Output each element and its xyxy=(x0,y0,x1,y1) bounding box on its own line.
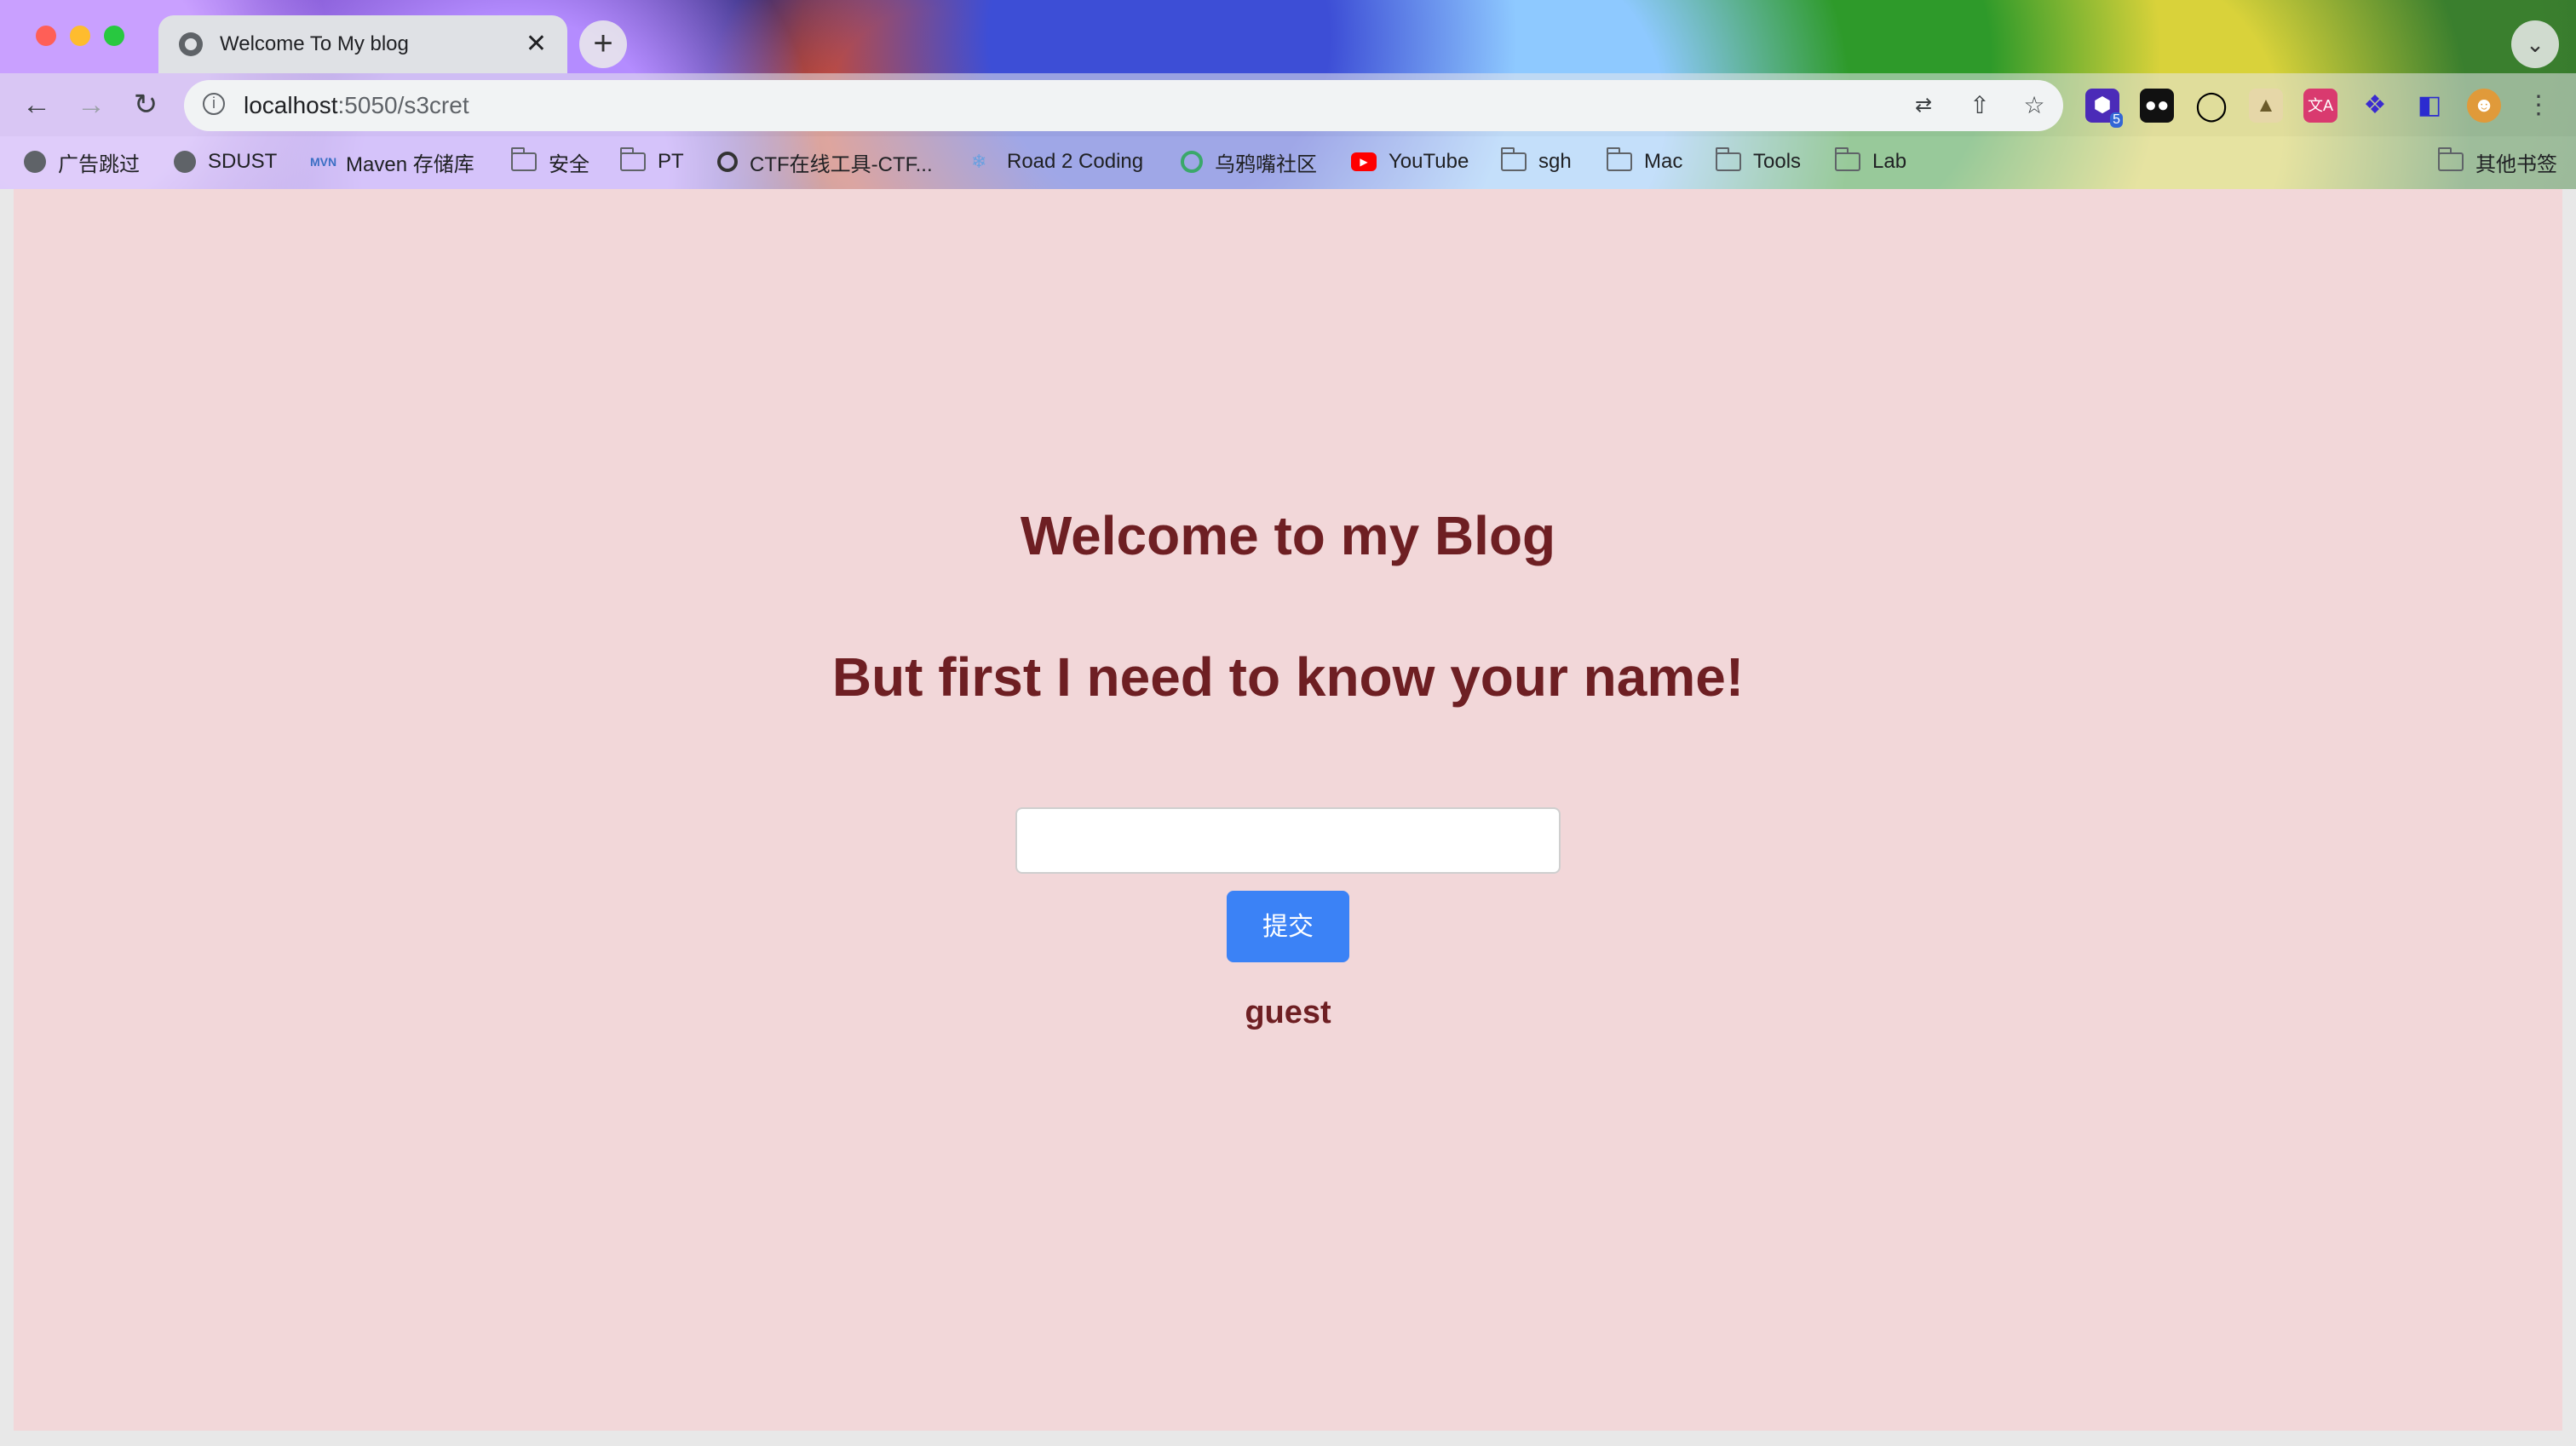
close-window-button[interactable] xyxy=(36,26,56,46)
tab-title: Welcome To My blog xyxy=(220,32,409,55)
extension-badge: 5 xyxy=(2110,112,2123,128)
bookmark-other-bookmarks[interactable]: 其他书签 xyxy=(2438,145,2557,179)
extensions-puzzle-icon[interactable]: ❖ xyxy=(2358,89,2392,123)
bookmark-label: 广告跳过 xyxy=(58,152,140,176)
youtube-icon: ▶ xyxy=(1351,152,1377,171)
bookmark-folder-pt[interactable]: PT xyxy=(620,145,684,179)
folder-icon xyxy=(511,147,537,171)
globe-icon xyxy=(24,151,46,173)
bookmark-folder-mac[interactable]: Mac xyxy=(1607,145,1682,179)
bookmark-label: 其他书签 xyxy=(2475,152,2557,176)
footprint-icon: ❄ xyxy=(971,151,987,172)
minimize-window-button[interactable] xyxy=(70,26,90,46)
new-tab-button[interactable]: + xyxy=(579,20,627,68)
url-host: localhost xyxy=(244,92,338,118)
bookmark-ctf-tools[interactable]: CTF在线工具-CTF... xyxy=(717,145,933,179)
bookmark-ad-skip[interactable]: 广告跳过 xyxy=(24,145,140,179)
bookmark-folder-security[interactable]: 安全 xyxy=(511,145,589,179)
folder-icon xyxy=(1835,147,1860,171)
zoom-window-button[interactable] xyxy=(104,26,124,46)
tab-search-button[interactable]: ⌄ xyxy=(2511,20,2559,68)
folder-icon xyxy=(1716,147,1741,171)
bookmark-crow-community[interactable]: 乌鸦嘴社区 xyxy=(1181,145,1317,179)
translate-icon[interactable]: ⇄ xyxy=(1908,90,1939,121)
bookmark-road2coding[interactable]: ❄ Road 2 Coding xyxy=(971,145,1143,179)
bookmark-label: Mac xyxy=(1644,150,1683,173)
folder-icon xyxy=(1607,147,1632,171)
extension-eyes-icon[interactable]: ●● xyxy=(2140,89,2174,123)
bookmark-folder-tools[interactable]: Tools xyxy=(1716,145,1801,179)
ctf-icon xyxy=(717,152,738,172)
page-heading: Welcome to my Blog xyxy=(1020,505,1556,566)
bookmark-label: sgh xyxy=(1538,150,1572,173)
extension-image-icon[interactable]: ▲ xyxy=(2249,89,2283,123)
folder-icon xyxy=(2438,147,2464,171)
url-path: :5050/s3cret xyxy=(337,92,469,118)
bookmark-label: Maven 存储库 xyxy=(346,152,474,176)
back-button[interactable]: ← xyxy=(15,83,58,126)
bookmark-maven[interactable]: MVN Maven 存储库 xyxy=(310,145,474,179)
current-name-text: guest xyxy=(1245,995,1331,1030)
submit-button[interactable]: 提交 xyxy=(1227,891,1349,962)
bookmark-label: 乌鸦嘴社区 xyxy=(1215,152,1317,176)
bookmark-label: SDUST xyxy=(208,150,278,173)
bookmark-label: PT xyxy=(658,150,684,173)
bookmark-label: Lab xyxy=(1872,150,1907,173)
tab-active[interactable]: Welcome To My blog ✕ xyxy=(158,15,567,73)
bookmark-label: YouTube xyxy=(1389,150,1469,173)
address-bar[interactable]: i localhost:5050/s3cret xyxy=(184,80,2063,131)
bookmark-label: CTF在线工具-CTF... xyxy=(750,152,933,176)
side-panel-icon[interactable]: ◧ xyxy=(2412,89,2447,123)
bookmark-folder-sgh[interactable]: sgh xyxy=(1501,145,1572,179)
reload-button[interactable]: ↻ xyxy=(124,83,167,126)
bookmark-sdust[interactable]: SDUST xyxy=(174,145,277,179)
extension-circle-icon[interactable]: ◯ xyxy=(2194,89,2228,123)
extension-hex-icon[interactable]: ⬢ 5 xyxy=(2085,89,2123,128)
bookmark-folder-lab[interactable]: Lab xyxy=(1835,145,1906,179)
globe-icon xyxy=(174,151,196,173)
profile-avatar[interactable]: ☻ xyxy=(2467,89,2501,123)
share-icon[interactable]: ⇧ xyxy=(1964,90,1995,121)
bookmark-label: Road 2 Coding xyxy=(1007,150,1144,173)
bookmark-star-icon[interactable]: ☆ xyxy=(2019,90,2050,121)
browser-menu-icon[interactable]: ⋮ xyxy=(2521,89,2556,123)
bookmark-youtube[interactable]: ▶ YouTube xyxy=(1351,145,1469,179)
crow-icon xyxy=(1181,151,1203,173)
forward-button[interactable]: → xyxy=(70,83,112,126)
folder-icon xyxy=(1501,147,1527,171)
browser-chrome: Welcome To My blog ✕ + ⌄ ← → ↻ i localho… xyxy=(0,0,2576,189)
mvn-icon: MVN xyxy=(310,155,337,169)
bookmark-label: Tools xyxy=(1753,150,1802,173)
extension-translate-icon[interactable]: 文A xyxy=(2303,89,2337,123)
page-viewport: Welcome to my Blog But first I need to k… xyxy=(14,189,2562,1431)
page-subheading: But first I need to know your name! xyxy=(831,646,1745,708)
tab-close-icon[interactable]: ✕ xyxy=(526,32,547,57)
site-info-icon[interactable]: i xyxy=(203,93,225,115)
name-input[interactable] xyxy=(1015,807,1561,874)
folder-icon xyxy=(620,147,646,171)
bookmark-label: 安全 xyxy=(549,152,589,176)
globe-icon xyxy=(179,32,203,56)
